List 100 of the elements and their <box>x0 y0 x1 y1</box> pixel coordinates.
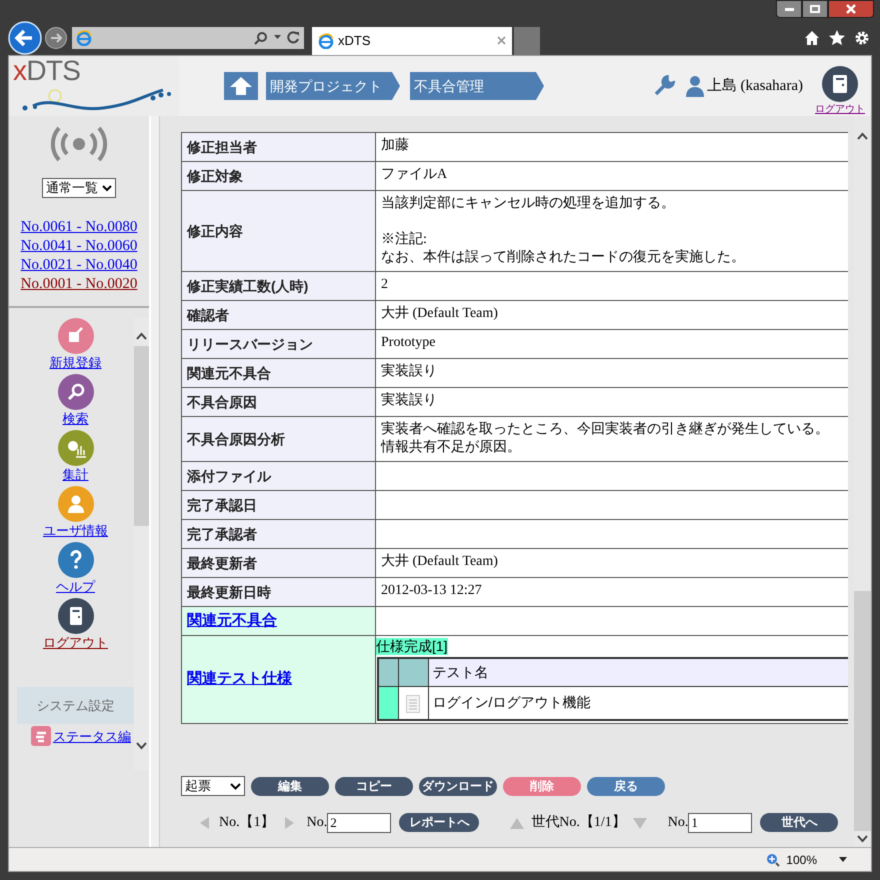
field-label: 不具合原因 <box>187 394 257 410</box>
zoom-icon[interactable] <box>766 852 780 866</box>
chevron-up-icon <box>136 332 147 340</box>
logout-button[interactable] <box>822 66 858 102</box>
menu-link[interactable]: ログアウト <box>43 634 108 651</box>
tab-title: xDTS <box>338 32 372 50</box>
address-bar[interactable] <box>72 26 304 48</box>
breadcrumb-link[interactable]: 不具合管理 <box>410 72 544 100</box>
zoom-level[interactable]: 100% <box>786 850 817 868</box>
field-label: 最終更新者 <box>187 554 257 570</box>
home-icon <box>229 76 253 96</box>
browser-logo-icon <box>318 32 334 48</box>
field-label: No. <box>668 814 688 832</box>
field-value: 大井 (Default Team) <box>381 305 499 323</box>
back-button[interactable] <box>8 20 42 54</box>
broadcast-icon <box>49 126 109 162</box>
field-label: 不具合原因分析 <box>187 430 285 446</box>
field-value: 大井 (Default Team) <box>381 553 499 571</box>
close-icon <box>846 4 856 14</box>
star-icon[interactable] <box>828 28 846 46</box>
field-value: 2 <box>381 276 389 294</box>
field-value: 加藤 <box>381 137 410 155</box>
field-label: 修正内容 <box>187 222 243 238</box>
home-button[interactable] <box>224 72 258 100</box>
forward-button[interactable] <box>44 26 68 50</box>
chevron-down-icon <box>230 782 241 790</box>
field-label: 修正実績工数(人時) <box>187 278 308 294</box>
field-value: 実装誤り <box>381 392 438 410</box>
close-icon[interactable] <box>497 36 506 45</box>
pager-button[interactable]: レポートへ <box>399 813 480 832</box>
logo-text: xDTS <box>13 56 82 86</box>
field-label: 完了承認者 <box>187 526 257 542</box>
status-icon <box>31 726 51 746</box>
menu-icon-button[interactable] <box>58 542 94 578</box>
maximize-button[interactable] <box>802 0 828 18</box>
field-value: 実装誤り <box>381 363 438 381</box>
dropdown-icon[interactable] <box>274 35 281 40</box>
field-label: リリースバージョン <box>187 336 313 352</box>
action-button[interactable]: ダウンロード <box>419 776 497 796</box>
test-name: ログイン/ログアウト機能 <box>432 694 590 710</box>
view-select[interactable]: 通常一覧 <box>42 178 116 198</box>
dropdown-icon[interactable] <box>839 857 847 862</box>
logo[interactable]: xDTS <box>9 56 179 116</box>
input-field[interactable]: 1 <box>688 812 752 832</box>
action-button[interactable]: コピー <box>335 776 413 796</box>
chevron-down-icon <box>102 184 112 192</box>
action-button[interactable]: 戻る <box>587 776 665 796</box>
input-field[interactable]: 2 <box>327 812 392 832</box>
chevron-up-icon <box>857 132 868 140</box>
chevron-down-icon <box>136 742 147 750</box>
field-value: 当該判定部にキャンセル時の処理を追加する。 <box>381 195 676 213</box>
field-label: No. <box>306 814 328 832</box>
menu-icon-button[interactable] <box>58 598 94 634</box>
pager-button[interactable]: 世代へ <box>760 813 838 832</box>
action-button[interactable]: 編集 <box>251 776 329 796</box>
field-value: 2012-03-13 12:27 <box>381 582 483 600</box>
menu-link[interactable]: 新規登録 <box>50 354 102 371</box>
field-label: 修正対象 <box>187 168 243 184</box>
menu-link[interactable]: ヘルプ <box>56 578 95 595</box>
field-value: Prototype <box>381 334 436 352</box>
field-value: ※注記: なお、本件は誤って削除されたコードの復元を実施した。 <box>381 231 746 267</box>
document-icon <box>406 694 420 713</box>
menu-link[interactable]: 検索 <box>62 410 88 427</box>
close-button[interactable] <box>828 0 874 18</box>
range-link[interactable]: No.0021 - No.0040 <box>20 256 138 275</box>
status-select[interactable]: 起票 <box>181 776 245 796</box>
menu-link[interactable]: 集計 <box>62 466 88 483</box>
related-link[interactable]: 関連テスト仕様 <box>187 670 292 688</box>
refresh-icon[interactable] <box>287 31 300 44</box>
page-scrollbar[interactable] <box>854 116 871 847</box>
minimize-button[interactable] <box>776 0 802 18</box>
field-label: 関連元不具合 <box>187 364 271 380</box>
chevron-down-icon <box>857 835 868 843</box>
column-header: テスト名 <box>432 664 488 680</box>
range-link[interactable]: No.0061 - No.0080 <box>20 218 138 237</box>
generation-number: 世代No.【1/1】 <box>531 813 626 832</box>
field-label: 修正担当者 <box>187 138 257 154</box>
browser-tab[interactable]: xDTS <box>312 26 512 54</box>
menu-icon-button[interactable] <box>58 374 94 410</box>
field-label: 添付ファイル <box>187 468 271 484</box>
range-link[interactable]: No.0041 - No.0060 <box>20 237 138 256</box>
user-name: 上島 (kasahara) <box>706 76 803 96</box>
field-label: 最終更新日時 <box>187 584 271 600</box>
browser-logo-icon <box>76 30 92 46</box>
breadcrumb-link[interactable]: 開発プロジェクト <box>266 72 400 100</box>
search-icon[interactable] <box>254 30 268 44</box>
report-number: No.【1】 <box>219 813 275 832</box>
settings-icon[interactable] <box>854 30 870 46</box>
logout-link[interactable]: ログアウト <box>815 102 865 116</box>
field-label: 確認者 <box>187 306 229 322</box>
wrench-icon[interactable] <box>652 75 675 97</box>
field-value: 実装者へ確認を取ったところ、今回実装者の引き継ぎが発生している。 情報共有不足が原因。 <box>381 421 830 457</box>
status-badge: 仕様完成[1] <box>376 638 448 655</box>
range-link[interactable]: No.0001 - No.0020 <box>20 275 138 294</box>
section-header: システム設定 <box>17 687 134 724</box>
field-value: ファイルA <box>381 166 448 184</box>
home-icon[interactable] <box>804 30 820 46</box>
menu-link[interactable]: ユーザ情報 <box>43 522 108 539</box>
door-icon <box>833 74 847 92</box>
settings-link[interactable]: ステータス編 <box>53 726 131 746</box>
